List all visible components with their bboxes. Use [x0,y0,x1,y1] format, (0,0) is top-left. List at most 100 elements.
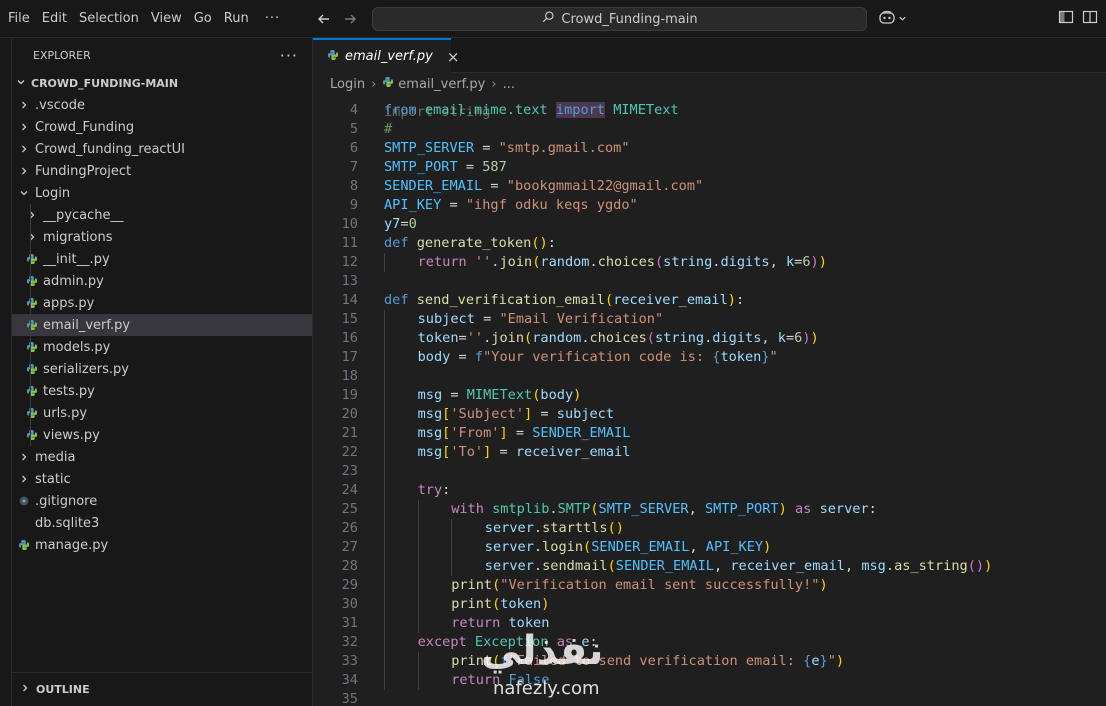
line-number: 29 [341,577,358,593]
indent-guide [384,348,385,367]
tree-item-label: models.py [43,339,111,355]
indent-guide [384,443,385,462]
explorer-sidebar: EXPLORER ··· CROWD_FUNDING-MAIN .vscode C… [0,38,313,706]
tree-item[interactable]: Crowd_funding_reactUI [0,138,312,160]
code-text: msg['To'] = receiver_email [418,443,631,462]
command-center-search[interactable]: Crowd_Funding-main [372,7,867,31]
tree-item[interactable]: urls.py [0,402,312,424]
explorer-header: EXPLORER ··· [0,38,312,72]
line-number: 17 [341,349,358,365]
chevron-right-icon [17,122,31,132]
code-token: '' [466,330,484,346]
tree-item[interactable]: FundingProject [0,160,312,182]
menu-selection[interactable]: Selection [73,0,145,37]
menu-more-button[interactable]: ··· [255,0,294,37]
code-token: = [474,140,499,156]
code-text: return False [451,671,549,690]
explorer-more-button[interactable]: ··· [280,46,298,65]
menu-file[interactable]: File [2,0,36,37]
indent-guide [384,595,385,614]
tree-item[interactable]: __pycache__ [0,204,312,226]
code-token: token [417,330,459,346]
tree-item[interactable]: __init__.py [0,248,312,270]
code-token: as_string [894,558,968,574]
code-token: token [720,349,762,365]
python-file-icon [327,49,339,65]
code-line: 12 return ''.join(random.choices(string.d… [313,253,1106,272]
chevron-right-icon [17,100,31,110]
code-token: ) [984,558,993,574]
tree-item[interactable]: models.py [0,336,312,358]
close-icon[interactable]: × [447,48,460,66]
tree-item[interactable]: admin.py [0,270,312,292]
indent-guide [417,652,419,671]
tree-item[interactable]: Crowd_Funding [0,116,312,138]
code-token: random [540,254,590,270]
code-token: ) [763,539,772,555]
tree-item[interactable]: media [0,446,312,468]
code-token: msg [417,444,443,460]
line-number: 27 [341,539,358,555]
search-icon [541,10,555,28]
code-token: SENDER_EMAIL [591,539,690,555]
menu-go[interactable]: Go [188,0,218,37]
forward-arrow-icon[interactable] [337,6,363,32]
code-token: starttls [542,520,608,536]
menu-view[interactable]: View [145,0,188,37]
indent-guide [384,329,385,348]
code-token: API_KEY [705,539,764,555]
code-text: with smtplib.SMTP(SMTP_SERVER, SMTP_PORT… [451,500,877,519]
tree-item[interactable]: apps.py [0,292,312,314]
breadcrumb-folder[interactable]: Login [330,77,365,92]
code-token: print [451,596,493,612]
tab-email-verf[interactable]: email_verf.py × [313,38,459,73]
tree-item[interactable]: .vscode [0,94,312,116]
tree-item[interactable]: tests.py [0,380,312,402]
tree-item[interactable]: email_verf.py [0,314,312,336]
code-token: ( [605,292,614,308]
code-token: body [540,387,574,403]
code-line: 29 print("Verification email sent success… [313,576,1106,595]
activity-bar-edge [0,38,12,706]
chevron-down-icon [16,77,26,90]
code-text: msg['From'] = SENDER_EMAIL [418,424,631,443]
code-token: = [400,216,409,232]
code-token: # [384,121,393,137]
tree-item[interactable]: db.sqlite3 [0,512,312,534]
tree-item-label: migrations [43,229,113,245]
code-line: 27 server.login(SENDER_EMAIL, API_KEY) [313,538,1106,557]
tree-item[interactable]: serializers.py [0,358,312,380]
python-file-icon [382,76,394,92]
breadcrumb-symbols[interactable]: ... [503,77,515,92]
menu-edit[interactable]: Edit [36,0,73,37]
tree-item[interactable]: migrations [0,226,312,248]
indent-guide [30,292,31,314]
toggle-panel-icon[interactable] [1082,9,1098,29]
code-token: "Your verification code is: [483,349,713,365]
tree-item[interactable]: views.py [0,424,312,446]
tree-item-label: email_verf.py [43,317,131,333]
chevron-right-icon [17,144,31,154]
code-token: receiver_email [730,558,845,574]
tree-item[interactable]: Login [0,182,312,204]
back-arrow-icon[interactable] [311,6,337,32]
code-text: server.login(SENDER_EMAIL, API_KEY) [485,538,771,557]
code-token: try [417,482,443,498]
line-number: 19 [341,387,358,403]
tree-item[interactable]: manage.py [0,534,312,556]
code-editor[interactable]: import string 4 from email.mime.text impo… [313,95,1106,706]
outline-section[interactable]: OUTLINE [12,672,313,706]
tree-item[interactable]: static [0,468,312,490]
line-number: 32 [341,634,358,650]
code-token: token [500,596,542,612]
menu-run[interactable]: Run [218,0,255,37]
breadcrumb-file[interactable]: email_verf.py [398,77,485,92]
copilot-button[interactable] [878,9,912,29]
tree-item[interactable]: .gitignore [0,490,312,512]
toggle-sidebar-icon[interactable] [1058,9,1074,29]
workspace-root[interactable]: CROWD_FUNDING-MAIN [0,72,312,94]
indent-guide [384,367,385,386]
tree-item-label: __pycache__ [43,207,124,223]
code-token: MIMEText [466,387,533,403]
